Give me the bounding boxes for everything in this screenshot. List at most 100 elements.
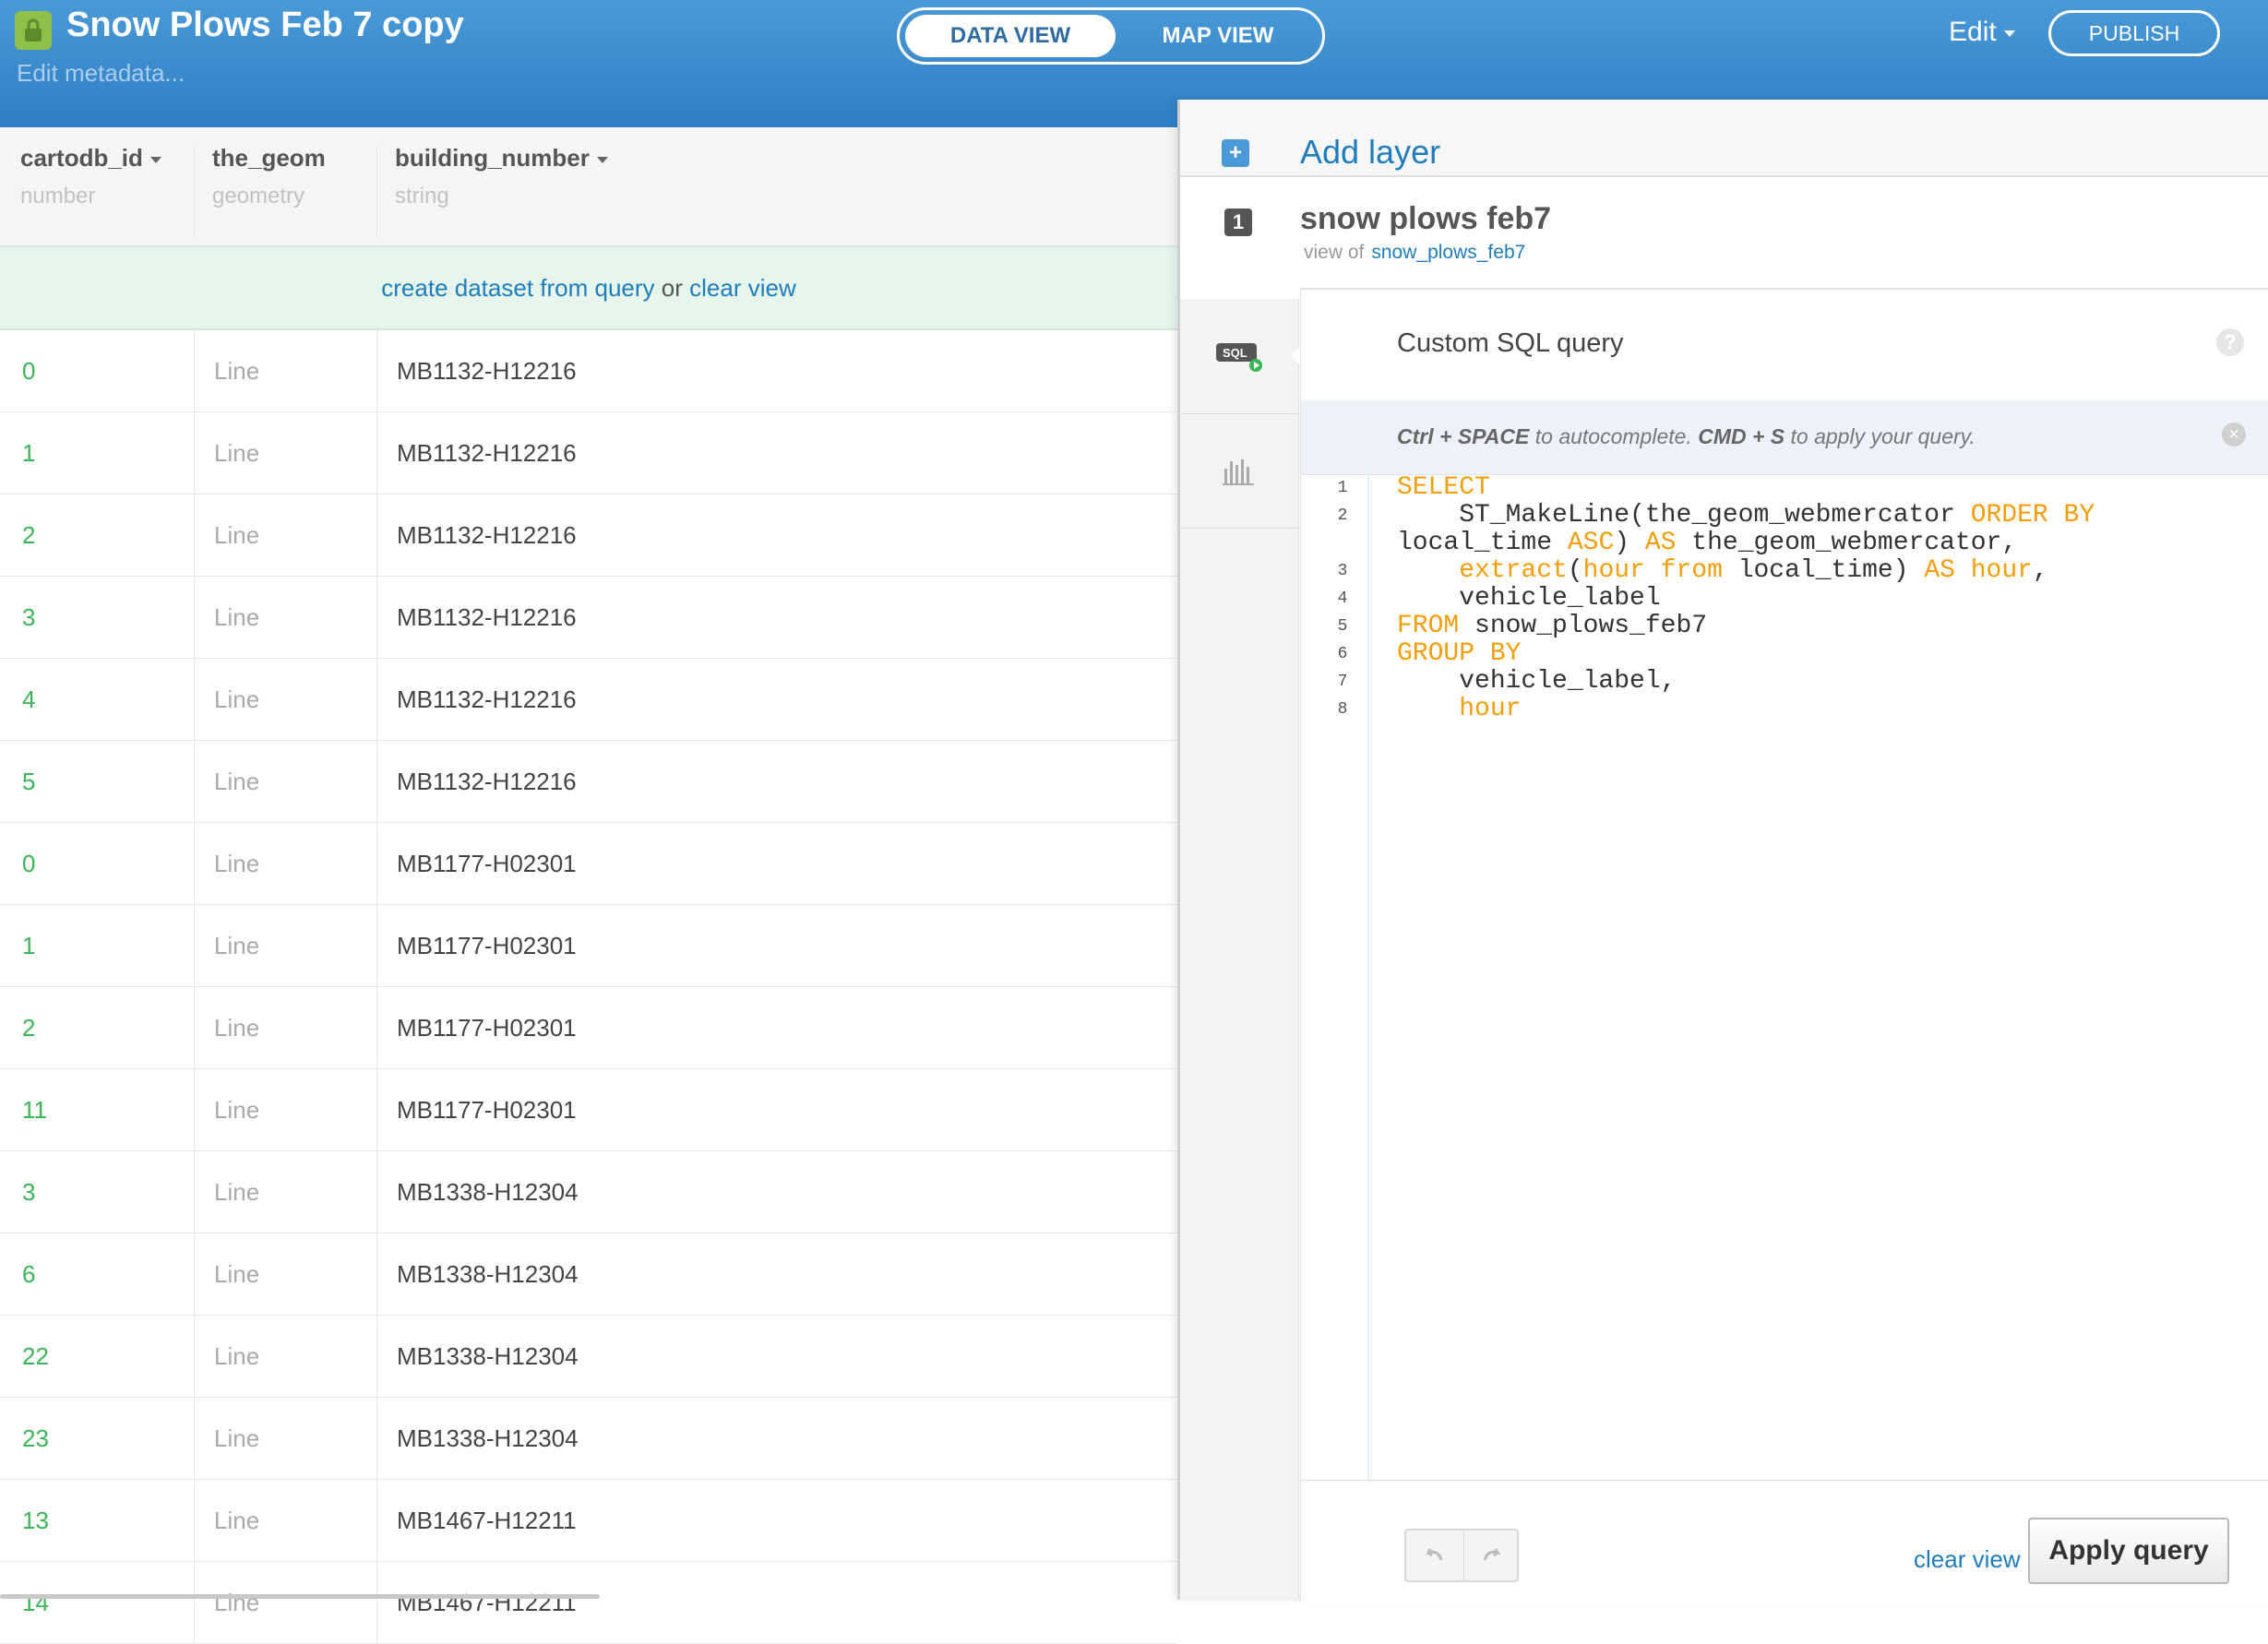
add-layer-button[interactable]: Add layer <box>1300 133 1440 172</box>
cell-cartodb-id[interactable]: 2 <box>22 987 35 1068</box>
cell-building-number[interactable]: MB1132-H12216 <box>397 330 577 411</box>
clear-view-link[interactable]: clear view <box>689 274 796 302</box>
table-row[interactable]: 3 Line MB1338-H12304 <box>0 1151 1177 1233</box>
chevron-down-icon[interactable] <box>149 156 161 163</box>
cell-cartodb-id[interactable]: 0 <box>22 330 35 411</box>
edit-metadata-link[interactable]: Edit metadata... <box>17 59 185 88</box>
sql-editor-title: Custom SQL query <box>1397 328 1624 358</box>
cell-building-number[interactable]: MB1338-H12304 <box>397 1233 579 1315</box>
cell-the-geom[interactable]: Line <box>214 987 259 1068</box>
layer-name[interactable]: snow plows feb7 <box>1300 201 1551 237</box>
cell-building-number[interactable]: MB1177-H02301 <box>397 987 577 1068</box>
table-row[interactable]: 22 Line MB1338-H12304 <box>0 1316 1177 1398</box>
apply-query-button[interactable]: Apply query <box>2028 1518 2229 1584</box>
cell-building-number[interactable]: MB1132-H12216 <box>397 412 577 494</box>
cell-divider <box>376 823 377 904</box>
cell-the-geom[interactable]: Line <box>214 494 259 576</box>
close-icon[interactable]: × <box>2222 423 2246 447</box>
cell-cartodb-id[interactable]: 2 <box>22 494 35 576</box>
horizontal-scrollbar[interactable] <box>0 1594 600 1599</box>
table-row[interactable]: 3 Line MB1132-H12216 <box>0 577 1177 659</box>
cell-cartodb-id[interactable]: 13 <box>22 1480 49 1561</box>
cell-the-geom[interactable]: Line <box>214 1562 259 1643</box>
table-row[interactable]: 1 Line MB1177-H02301 <box>0 905 1177 987</box>
table-row[interactable]: 2 Line MB1177-H02301 <box>0 987 1177 1069</box>
plus-icon[interactable]: + <box>1222 139 1249 167</box>
sql-token: ST_MakeLine(the_geom_webmercator <box>1397 501 1971 530</box>
column-header-building-number[interactable]: building_number string <box>395 144 608 236</box>
cell-cartodb-id[interactable]: 6 <box>22 1233 35 1315</box>
tab-chart[interactable] <box>1180 413 1298 529</box>
cell-building-number[interactable]: MB1132-H12216 <box>397 659 577 740</box>
cell-building-number[interactable]: MB1132-H12216 <box>397 577 577 658</box>
table-row[interactable]: 6 Line MB1338-H12304 <box>0 1233 1177 1316</box>
cell-the-geom[interactable]: Line <box>214 1398 259 1479</box>
table-row[interactable]: 4 Line MB1132-H12216 <box>0 659 1177 741</box>
cell-cartodb-id[interactable]: 3 <box>22 577 35 658</box>
cell-building-number[interactable]: MB1177-H02301 <box>397 823 577 904</box>
cell-the-geom[interactable]: Line <box>214 659 259 740</box>
create-dataset-link[interactable]: create dataset from query <box>381 274 654 302</box>
cell-building-number[interactable]: MB1338-H12304 <box>397 1151 579 1233</box>
cell-cartodb-id[interactable]: 0 <box>22 823 35 904</box>
cell-divider <box>194 905 195 986</box>
cell-the-geom[interactable]: Line <box>214 1069 259 1150</box>
data-view-tab[interactable]: DATA VIEW <box>905 15 1116 57</box>
cell-the-geom[interactable]: Line <box>214 1480 259 1561</box>
column-header-cartodb-id[interactable]: cartodb_id number <box>20 144 161 236</box>
cell-the-geom[interactable]: Line <box>214 741 259 822</box>
cell-cartodb-id[interactable]: 1 <box>22 905 35 986</box>
cell-building-number[interactable]: MB1132-H12216 <box>397 741 577 822</box>
table-row[interactable]: 13 Line MB1467-H12211 <box>0 1480 1177 1562</box>
svg-text:SQL: SQL <box>1223 346 1247 360</box>
cell-the-geom[interactable]: Line <box>214 577 259 658</box>
help-icon[interactable]: ? <box>2216 328 2244 356</box>
dataset-title[interactable]: Snow Plows Feb 7 copy <box>66 6 464 45</box>
cell-building-number[interactable]: MB1338-H12304 <box>397 1316 579 1397</box>
cell-building-number[interactable]: MB1467-H12211 <box>397 1480 577 1561</box>
cell-cartodb-id[interactable]: 1 <box>22 412 35 494</box>
clear-view-button[interactable]: clear view <box>1914 1545 2021 1574</box>
cell-cartodb-id[interactable]: 5 <box>22 741 35 822</box>
cell-cartodb-id[interactable]: 4 <box>22 659 35 740</box>
chevron-down-icon[interactable] <box>596 156 608 163</box>
table-row[interactable]: 11 Line MB1177-H02301 <box>0 1069 1177 1151</box>
source-dataset-link[interactable]: snow_plows_feb7 <box>1371 242 1525 263</box>
table-row[interactable]: 2 Line MB1132-H12216 <box>0 494 1177 577</box>
edit-menu[interactable]: Edit <box>1949 17 2015 48</box>
undo-button[interactable] <box>1406 1531 1462 1580</box>
sql-keyword: hour <box>1459 695 1522 723</box>
cell-building-number[interactable]: MB1338-H12304 <box>397 1398 579 1479</box>
cell-cartodb-id[interactable]: 22 <box>22 1316 49 1397</box>
cell-the-geom[interactable]: Line <box>214 1233 259 1315</box>
publish-button[interactable]: PUBLISH <box>2048 10 2220 56</box>
table-row[interactable]: 23 Line MB1338-H12304 <box>0 1398 1177 1480</box>
cell-cartodb-id[interactable]: 11 <box>22 1069 47 1150</box>
table-row[interactable]: 0 Line MB1177-H02301 <box>0 823 1177 905</box>
cell-the-geom[interactable]: Line <box>214 905 259 986</box>
cell-building-number[interactable]: MB1132-H12216 <box>397 494 577 576</box>
cell-the-geom[interactable]: Line <box>214 823 259 904</box>
column-header-the-geom[interactable]: the_geom geometry <box>212 144 326 236</box>
cell-building-number[interactable]: MB1177-H02301 <box>397 905 577 986</box>
lock-icon[interactable] <box>15 11 52 50</box>
cell-the-geom[interactable]: Line <box>214 330 259 411</box>
cell-divider <box>194 1316 195 1397</box>
cell-the-geom[interactable]: Line <box>214 1316 259 1397</box>
cell-building-number[interactable]: MB1467-H12211 <box>397 1562 577 1643</box>
cell-cartodb-id[interactable]: 14 <box>22 1562 49 1643</box>
cell-building-number[interactable]: MB1177-H02301 <box>397 1069 577 1150</box>
sql-code-editor[interactable]: 1 SELECT 2 ST_MakeLine(the_geom_webmercato… <box>1301 474 2268 723</box>
table-row[interactable]: 14 Line MB1467-H12211 <box>0 1562 1177 1644</box>
tab-sql[interactable]: SQL <box>1180 299 1304 414</box>
table-row[interactable]: 5 Line MB1132-H12216 <box>0 741 1177 823</box>
table-row[interactable]: 0 Line MB1132-H12216 <box>0 330 1177 412</box>
cell-divider <box>376 412 377 494</box>
cell-the-geom[interactable]: Line <box>214 1151 259 1233</box>
map-view-tab[interactable]: MAP VIEW <box>1121 15 1315 57</box>
table-row[interactable]: 1 Line MB1132-H12216 <box>0 412 1177 494</box>
cell-cartodb-id[interactable]: 3 <box>22 1151 35 1233</box>
cell-the-geom[interactable]: Line <box>214 412 259 494</box>
redo-button[interactable] <box>1463 1531 1520 1580</box>
cell-cartodb-id[interactable]: 23 <box>22 1398 49 1479</box>
